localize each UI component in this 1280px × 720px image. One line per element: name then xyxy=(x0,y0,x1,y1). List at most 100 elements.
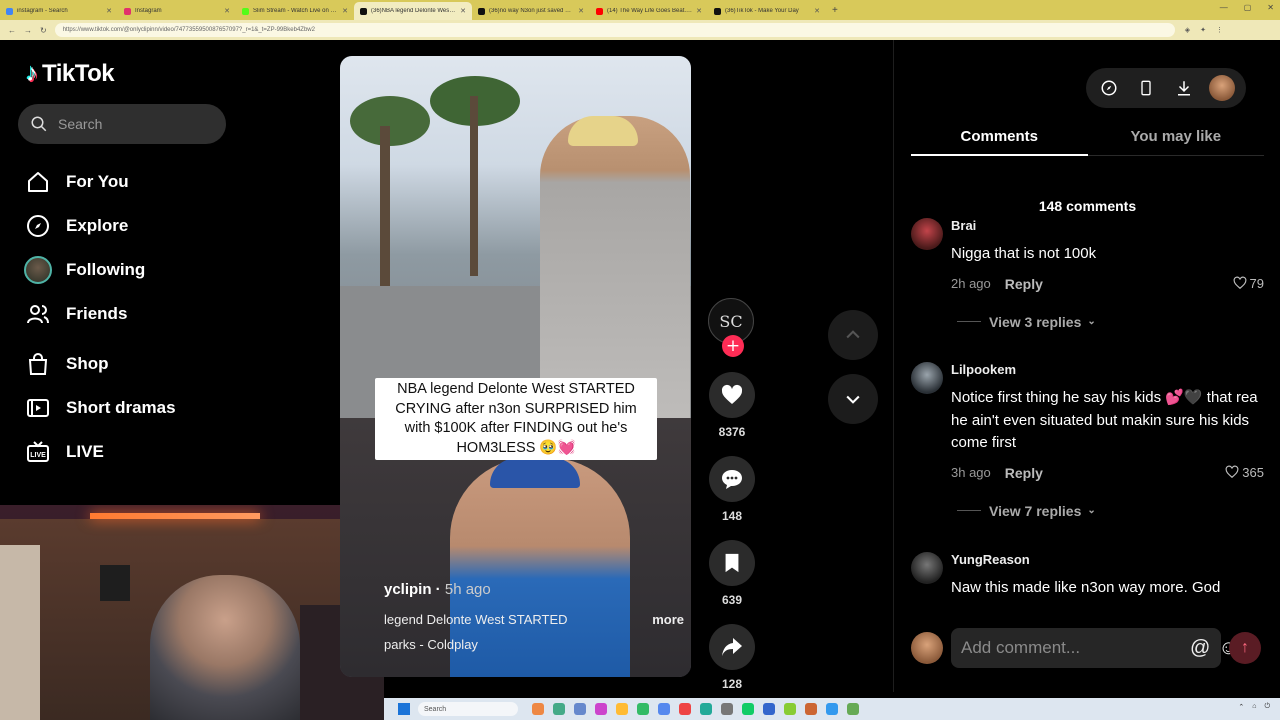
more-link[interactable]: more xyxy=(652,612,684,627)
video-frame-top xyxy=(340,56,691,418)
app-icon[interactable] xyxy=(847,703,859,715)
search-input[interactable] xyxy=(58,116,208,132)
commenter-username[interactable]: YungReason xyxy=(951,552,1266,567)
app-icon[interactable] xyxy=(763,703,775,715)
app-icon[interactable] xyxy=(742,703,754,715)
browser-tab[interactable]: Instagram ✕ xyxy=(118,2,236,20)
video-author[interactable]: yclipin · 5h ago xyxy=(384,581,684,598)
app-icon[interactable] xyxy=(721,703,733,715)
app-icon[interactable] xyxy=(700,703,712,715)
tab-favicon-icon xyxy=(714,7,721,15)
mention-icon[interactable]: @ xyxy=(1190,637,1210,660)
tab-close-icon[interactable]: ✕ xyxy=(342,7,348,15)
taskbar-search[interactable]: Search xyxy=(418,702,518,716)
tab-close-icon[interactable]: ✕ xyxy=(106,7,112,15)
app-icon[interactable] xyxy=(574,703,586,715)
window-controls[interactable]: — ▢ ✕ xyxy=(1220,3,1274,12)
add-comment-field[interactable]: @ ☺ xyxy=(951,628,1239,668)
commenter-username[interactable]: Lilpookem xyxy=(951,362,1266,377)
url-field[interactable]: https://www.tiktok.com/@onlyclipinn/vide… xyxy=(54,23,1175,37)
tab-you-may-like[interactable]: You may like xyxy=(1088,122,1265,155)
view-replies-button[interactable]: View 3 replies ⌄ xyxy=(957,314,1266,330)
home-icon xyxy=(24,168,52,196)
browser-tab[interactable]: instagram - Search ✕ xyxy=(0,2,118,20)
app-icon[interactable] xyxy=(658,703,670,715)
tab-close-icon[interactable]: ✕ xyxy=(578,7,584,15)
post-comment-button[interactable]: ↑ xyxy=(1229,632,1261,664)
browser-tab[interactable]: Slim Stream - Watch Live on Kick ✕ xyxy=(236,2,354,20)
video-music[interactable]: parks - Coldplay xyxy=(384,637,684,652)
app-icon[interactable] xyxy=(826,703,838,715)
tab-comments[interactable]: Comments xyxy=(911,122,1088,156)
sidebar-item-label: Short dramas xyxy=(66,398,176,417)
sidebar-item-friends[interactable]: Friends xyxy=(24,292,176,336)
app-icon[interactable] xyxy=(805,703,817,715)
next-video-button[interactable] xyxy=(828,374,878,424)
heart-icon xyxy=(721,384,743,404)
search-box[interactable] xyxy=(18,104,226,144)
video-player[interactable]: NBA legend Delonte West STARTED CRYING a… xyxy=(340,56,691,677)
download-icon[interactable] xyxy=(1172,76,1196,100)
sidebar-item-live[interactable]: LIVE LIVE xyxy=(24,430,176,474)
forward-icon[interactable]: → xyxy=(24,26,32,35)
commenter-avatar[interactable] xyxy=(911,218,943,250)
phone-icon[interactable] xyxy=(1134,76,1158,100)
tab-label: (36)no way N3on just saved Delon xyxy=(489,8,575,14)
sidebar-item-shop[interactable]: Shop xyxy=(24,342,176,386)
minimize-icon[interactable]: — xyxy=(1220,3,1228,12)
app-icon[interactable] xyxy=(532,703,544,715)
windows-start-icon[interactable] xyxy=(398,703,410,715)
follow-plus-icon[interactable]: + xyxy=(722,335,744,357)
extension-icon[interactable]: ◈ xyxy=(1185,26,1190,34)
back-icon[interactable]: ← xyxy=(8,26,16,35)
commenter-username[interactable]: Brai xyxy=(951,218,1266,233)
sidebar-item-label: For You xyxy=(66,172,129,191)
sidebar-item-short-dramas[interactable]: Short dramas xyxy=(24,386,176,430)
comment-like-button[interactable]: 79 xyxy=(1233,276,1264,291)
like-button[interactable] xyxy=(709,372,755,418)
browser-tab[interactable]: (36)no way N3on just saved Delon ✕ xyxy=(472,2,590,20)
explore-icon[interactable] xyxy=(1097,76,1121,100)
sidebar-item-explore[interactable]: Explore xyxy=(24,204,176,248)
previous-video-button[interactable] xyxy=(828,310,878,360)
commenter-avatar[interactable] xyxy=(911,552,943,584)
view-replies-button[interactable]: View 7 replies ⌄ xyxy=(957,503,1266,519)
profile-avatar[interactable] xyxy=(1209,75,1236,101)
browser-tab[interactable]: (14) The Way Life Goes Beat. Oh ✕ xyxy=(590,2,708,20)
app-icon[interactable] xyxy=(553,703,565,715)
new-tab-button[interactable]: + xyxy=(832,5,838,16)
reply-button[interactable]: Reply xyxy=(1005,276,1043,292)
close-window-icon[interactable]: ✕ xyxy=(1267,3,1274,12)
reply-button[interactable]: Reply xyxy=(1005,465,1043,481)
tiktok-logo[interactable]: ♪ TikTok xyxy=(26,60,115,88)
system-tray[interactable]: ⌃ ⌂ ⏻ xyxy=(1238,703,1270,711)
browser-tab[interactable]: (36)NBA legend Delonte West STA ✕ xyxy=(354,2,472,20)
tab-favicon-icon xyxy=(242,7,249,15)
share-button[interactable] xyxy=(709,624,755,670)
drama-icon xyxy=(24,394,52,422)
tab-close-icon[interactable]: ✕ xyxy=(224,7,230,15)
save-button[interactable] xyxy=(709,540,755,586)
sidebar-item-label: Following xyxy=(66,260,146,279)
maximize-icon[interactable]: ▢ xyxy=(1244,3,1252,12)
comment-button[interactable] xyxy=(709,456,755,502)
tab-close-icon[interactable]: ✕ xyxy=(696,7,702,15)
app-icon[interactable] xyxy=(679,703,691,715)
save-count: 639 xyxy=(721,593,743,607)
browser-tab[interactable]: (36)TikTok - Make Your Day ✕ xyxy=(708,2,826,20)
app-icon[interactable] xyxy=(616,703,628,715)
add-comment-input[interactable] xyxy=(961,638,1182,658)
app-icon[interactable] xyxy=(595,703,607,715)
app-icon[interactable] xyxy=(637,703,649,715)
extension-icon[interactable]: ✦ xyxy=(1200,26,1206,34)
app-icon[interactable] xyxy=(784,703,796,715)
reload-icon[interactable]: ↻ xyxy=(40,26,47,35)
sidebar-item-for-you[interactable]: For You xyxy=(24,160,176,204)
sidebar-item-following[interactable]: Following xyxy=(24,248,176,292)
commenter-avatar[interactable] xyxy=(911,362,943,394)
creator-avatar[interactable]: SC + xyxy=(708,298,754,357)
menu-icon[interactable]: ⋮ xyxy=(1216,26,1223,34)
tab-close-icon[interactable]: ✕ xyxy=(814,7,820,15)
tab-close-icon[interactable]: ✕ xyxy=(460,7,466,15)
comment-like-button[interactable]: 365 xyxy=(1225,465,1264,480)
